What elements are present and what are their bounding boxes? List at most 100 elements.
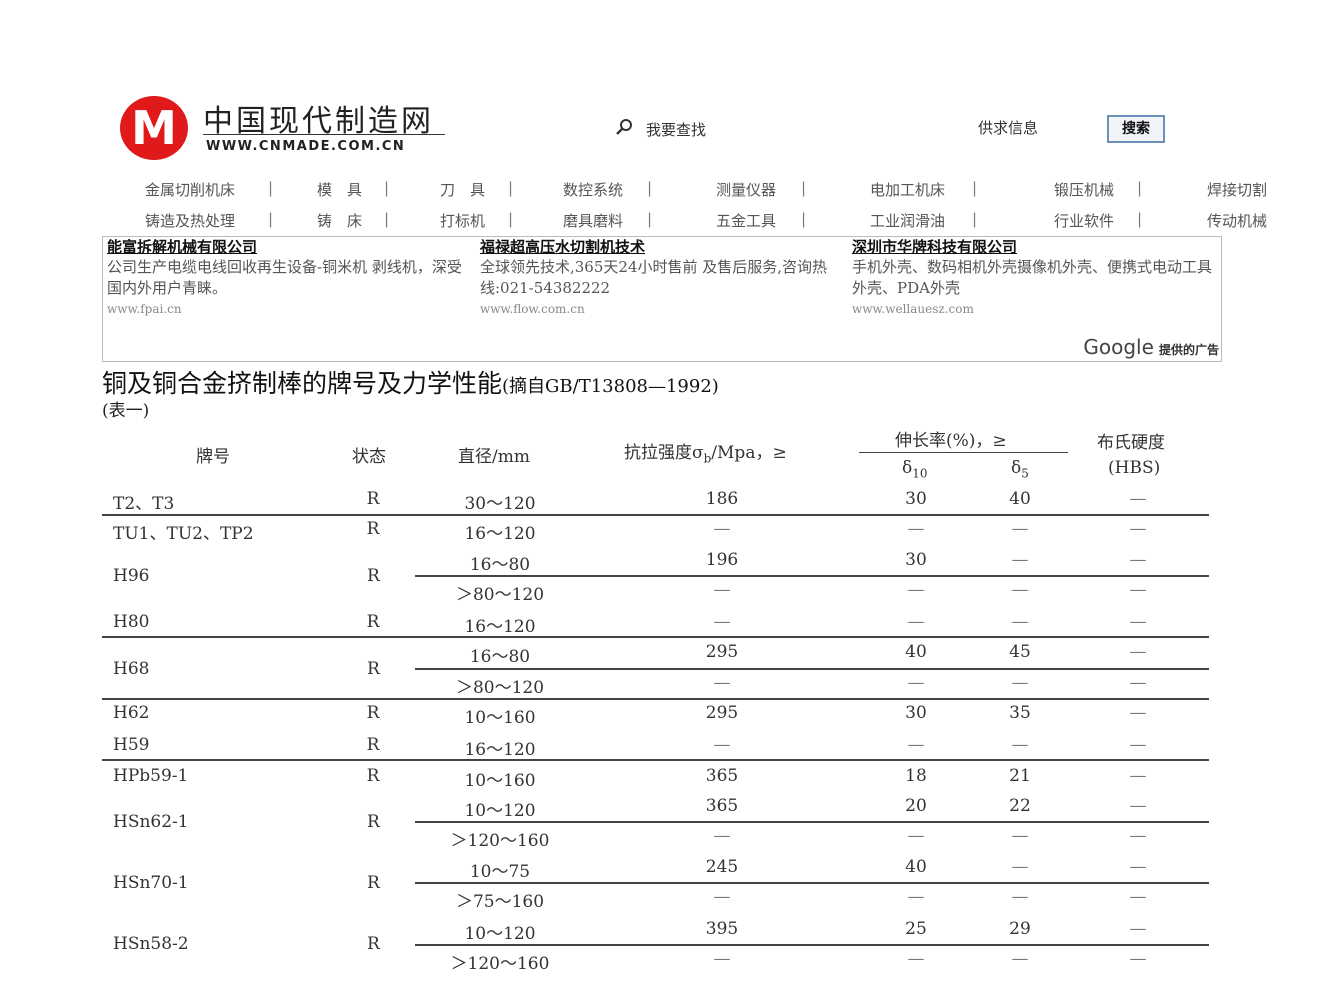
- cell-diameter: 10～160: [464, 708, 536, 728]
- sub-row-rule: [415, 882, 1209, 884]
- cell-diameter: ＞75～160: [455, 892, 545, 912]
- delta10-sub: 10: [912, 466, 928, 481]
- category-nav-row-1: 金属切削机床 | 模 具 | 刀 具 | 数控系统 | 测量仪器 | 电加工机床…: [0, 179, 1344, 199]
- nav-item[interactable]: 刀 具: [440, 179, 485, 200]
- cell-diameter: ＞80～120: [455, 678, 545, 698]
- nav-separator: |: [801, 210, 807, 228]
- page-title: 铜及铜合金挤制棒的牌号及力学性能(摘自GB/T13808—1992): [102, 364, 719, 400]
- row-rule: [102, 759, 1209, 761]
- nav-item[interactable]: 铸 床: [317, 210, 362, 231]
- ad-item[interactable]: 能富拆解机械有限公司 公司生产电缆电线回收再生设备-铜米机 剥线机，深受国内外用…: [107, 237, 472, 319]
- nav-item[interactable]: 工业润滑油: [870, 210, 945, 231]
- cell-hardness: —: [1129, 919, 1147, 939]
- nav-item[interactable]: 电加工机床: [870, 179, 945, 200]
- google-ads-box: 能富拆解机械有限公司 公司生产电缆电线回收再生设备-铜米机 剥线机，深受国内外用…: [102, 236, 1222, 362]
- category-nav-row-2: 铸造及热处理 | 铸 床 | 打标机 | 磨具磨料 | 五金工具 | 工业润滑油…: [0, 210, 1344, 230]
- cell-diameter: 10～160: [464, 771, 536, 791]
- nav-separator: |: [972, 210, 978, 228]
- header-state: 状态: [352, 447, 386, 467]
- ad-item[interactable]: 深圳市华牌科技有限公司 手机外壳、数码相机外壳摄像机外壳、便携式电动工具外壳、P…: [852, 237, 1217, 319]
- nav-item[interactable]: 打标机: [440, 210, 485, 231]
- ad-title[interactable]: 深圳市华牌科技有限公司: [852, 237, 1217, 257]
- google-brand: Google: [1083, 335, 1154, 359]
- ad-title[interactable]: 能富拆解机械有限公司: [107, 237, 472, 257]
- cell-grade: T2、T3: [113, 494, 175, 514]
- row-rule: [102, 636, 1209, 638]
- nav-item[interactable]: 五金工具: [716, 210, 776, 231]
- cell-tensile: —: [713, 612, 731, 632]
- cell-diameter: 16～120: [464, 740, 536, 760]
- nav-item[interactable]: 金属切削机床: [145, 179, 235, 200]
- nav-separator: |: [1137, 210, 1143, 228]
- nav-separator: |: [647, 179, 653, 197]
- cell-tensile: —: [713, 826, 731, 846]
- nav-separator: |: [647, 210, 653, 228]
- cell-diameter: ＞80～120: [455, 585, 545, 605]
- header-hardness-unit: (HBS): [1108, 458, 1161, 478]
- cell-diameter: 10～120: [464, 924, 536, 944]
- ad-title[interactable]: 福禄超高压水切割机技术: [480, 237, 845, 257]
- cell-diameter: 16～120: [464, 617, 536, 637]
- google-ads-note: 提供的广告: [1158, 343, 1219, 357]
- google-ads-badge[interactable]: Google 提供的广告: [1083, 335, 1219, 359]
- nav-item[interactable]: 行业软件: [1054, 210, 1114, 231]
- delta5-sub: 5: [1021, 466, 1029, 481]
- merged-state: R: [367, 566, 380, 586]
- nav-item[interactable]: 铸造及热处理: [145, 210, 235, 231]
- delta-symbol: δ: [902, 458, 913, 478]
- tensile-unit: /Mpa，≥: [711, 443, 787, 463]
- cell-diameter: 30～120: [464, 494, 536, 514]
- cell-tensile: —: [713, 673, 731, 693]
- cell-diameter: 16～80: [469, 647, 531, 667]
- search-icon: [616, 119, 632, 135]
- merged-state: R: [367, 873, 380, 893]
- nav-item[interactable]: 测量仪器: [716, 179, 776, 200]
- cell-hardness: —: [1129, 949, 1147, 969]
- nav-separator: |: [508, 179, 514, 197]
- merged-state: R: [367, 934, 380, 954]
- ad-url[interactable]: www.fpai.cn: [107, 299, 472, 319]
- nav-separator: |: [801, 179, 807, 197]
- site-url: WWW.CNMADE.COM.CN: [206, 139, 406, 154]
- cell-hardness: —: [1129, 612, 1147, 632]
- cell-hardness: —: [1129, 580, 1147, 600]
- cell-hardness: —: [1129, 673, 1147, 693]
- sub-row-rule: [415, 944, 1209, 946]
- cell-grade: HPb59-1: [113, 766, 189, 786]
- nav-item[interactable]: 磨具磨料: [563, 210, 623, 231]
- nav-item[interactable]: 模 具: [317, 179, 362, 200]
- cell-diameter: ＞120～160: [450, 954, 550, 974]
- row-rule: [102, 698, 1209, 700]
- nav-item[interactable]: 锻压机械: [1054, 179, 1114, 200]
- header-hardness: 布氏硬度: [1097, 433, 1165, 453]
- nav-item[interactable]: 焊接切割: [1207, 179, 1267, 200]
- merged-grade: HSn62-1: [113, 812, 189, 832]
- delta-symbol: δ: [1011, 458, 1022, 478]
- nav-item[interactable]: 数控系统: [563, 179, 623, 200]
- cell-grade: H80: [113, 612, 150, 632]
- cell-diameter: 16～120: [464, 524, 536, 544]
- nav-item[interactable]: 传动机械: [1207, 210, 1267, 231]
- cell-hardness: —: [1129, 766, 1147, 786]
- cell-tensile: 365: [705, 766, 739, 786]
- cell-grade: H59: [113, 735, 150, 755]
- ad-text: 公司生产电缆电线回收再生设备-铜米机 剥线机，深受国内外用户青睐。: [107, 258, 462, 297]
- supply-info-label[interactable]: 供求信息: [978, 117, 1038, 138]
- ad-url[interactable]: www.wellauesz.com: [852, 299, 1217, 319]
- merged-state: R: [367, 812, 380, 832]
- cell-hardness: —: [1129, 489, 1147, 509]
- header-divider: [859, 452, 1068, 453]
- cell-tensile: 196: [705, 550, 739, 570]
- search-button[interactable]: 搜索: [1107, 115, 1165, 143]
- ad-item[interactable]: 福禄超高压水切割机技术 全球领先技术,365天24小时售前 及售后服务,咨询热线…: [480, 237, 845, 319]
- cell-grade: H62: [113, 703, 150, 723]
- cell-diameter: 10～120: [464, 801, 536, 821]
- ad-url[interactable]: www.flow.com.cn: [480, 299, 845, 319]
- cell-tensile: —: [713, 887, 731, 907]
- cell-diameter: 10～75: [469, 862, 531, 882]
- sub-row-rule: [415, 821, 1209, 823]
- nav-separator: |: [268, 179, 274, 197]
- cell-tensile: 295: [705, 703, 739, 723]
- merged-grade: H96: [113, 566, 150, 586]
- search-label[interactable]: 我要查找: [646, 119, 706, 140]
